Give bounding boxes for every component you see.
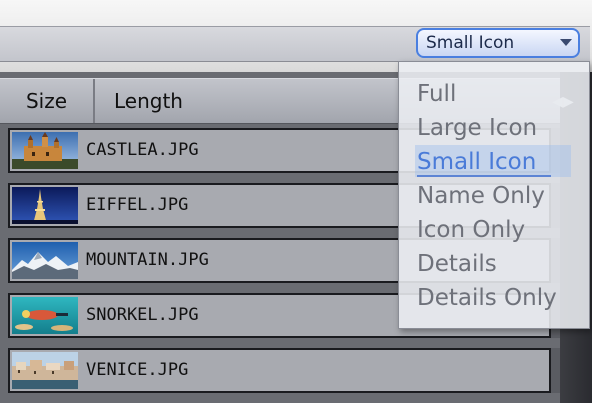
image-thumbnail-eiffel: [12, 187, 78, 224]
dropdown-option-large-icon[interactable]: Large Icon: [417, 111, 537, 145]
file-row-venice[interactable]: VENICE.JPG: [8, 348, 551, 393]
image-thumbnail-venice: [12, 352, 78, 389]
view-mode-value: Small Icon: [426, 33, 515, 53]
dropdown-option-details-only[interactable]: Details Only: [417, 281, 557, 315]
view-mode-select[interactable]: Small Icon: [416, 28, 580, 58]
file-browser-window: Small Icon Size Length ◀▶: [0, 0, 592, 403]
file-name: VENICE.JPG: [86, 360, 189, 380]
view-mode-dropdown: Full Large Icon Small Icon Name Only Ico…: [398, 61, 590, 329]
file-name: CASTLEA.JPG: [86, 140, 199, 160]
file-name: EIFFEL.JPG: [86, 195, 189, 215]
dropdown-option-name-only[interactable]: Name Only: [417, 179, 545, 213]
file-name: SNORKEL.JPG: [86, 305, 199, 325]
row-end-cap: [551, 348, 560, 393]
dropdown-option-small-icon[interactable]: Small Icon: [417, 145, 536, 179]
column-header-length[interactable]: Length: [114, 79, 183, 123]
chevron-down-icon[interactable]: [560, 39, 572, 46]
image-thumbnail-snorkel: [12, 297, 78, 334]
image-thumbnail-castle: [12, 132, 78, 169]
column-header-size[interactable]: Size: [0, 79, 95, 123]
dropdown-option-details[interactable]: Details: [417, 247, 497, 281]
dropdown-option-full[interactable]: Full: [417, 77, 456, 111]
selected-option-underline: [417, 175, 551, 177]
file-name: MOUNTAIN.JPG: [86, 250, 209, 270]
dropdown-option-icon-only[interactable]: Icon Only: [417, 213, 525, 247]
image-thumbnail-mountain: [12, 242, 78, 279]
